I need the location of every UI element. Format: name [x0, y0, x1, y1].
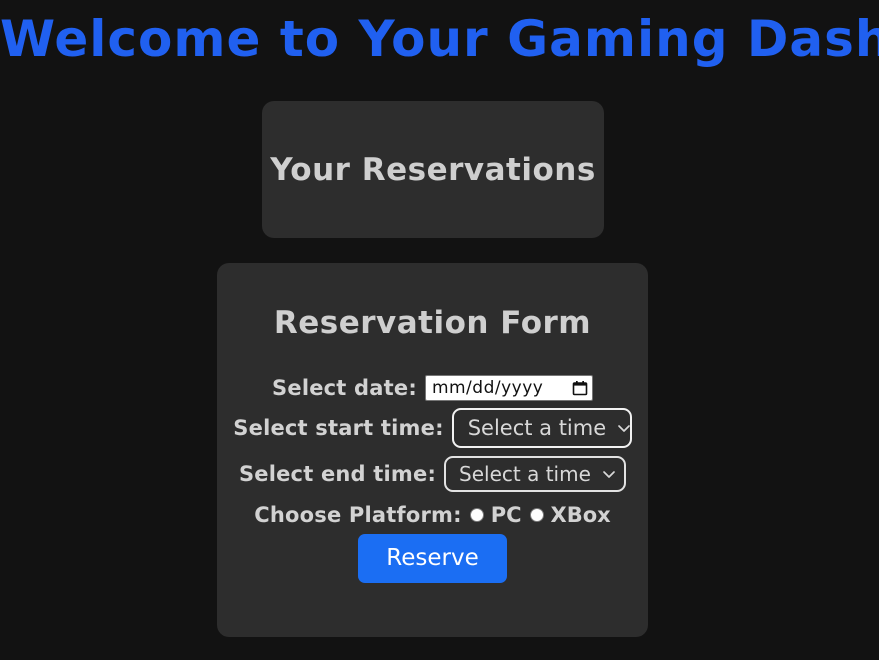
page-title: Welcome to Your Gaming Dashboard — [0, 10, 879, 68]
reservation-form-heading: Reservation Form — [273, 305, 592, 341]
chevron-down-icon — [591, 466, 617, 482]
start-time-select[interactable]: Select a time — [451, 408, 632, 448]
chevron-down-icon — [606, 420, 632, 436]
platform-radio-group: PC XBox — [469, 502, 611, 528]
reserve-button[interactable]: Reserve — [358, 534, 507, 583]
reservations-card[interactable]: Your Reservations — [262, 101, 604, 238]
end-time-select[interactable]: Select a time — [444, 456, 627, 492]
select-end-time-label: Select end time: — [238, 462, 437, 486]
date-input[interactable]: mm/dd/yyyy — [424, 375, 593, 401]
radio-button-pc[interactable] — [469, 508, 484, 522]
reservations-card-heading: Your Reservations — [270, 151, 596, 188]
platform-option-xbox-label: XBox — [550, 503, 611, 527]
platform-option-xbox[interactable]: XBox — [529, 502, 611, 528]
form-row-platform: Choose Platform: PC XBox — [217, 502, 648, 528]
form-row-date: Select date: mm/dd/yyyy — [217, 375, 648, 401]
select-date-label: Select date: — [272, 376, 417, 400]
choose-platform-label: Choose Platform: — [254, 503, 462, 527]
select-start-time-label: Select start time: — [233, 416, 444, 440]
start-time-selected-value: Select a time — [467, 415, 607, 440]
form-row-submit: Reserve — [217, 534, 648, 583]
form-row-end-time: Select end time: Select a time — [217, 456, 648, 492]
form-row-start-time: Select start time: Select a time — [217, 408, 648, 448]
end-time-selected-value: Select a time — [459, 461, 591, 486]
reservation-form-panel: Reservation Form Select date: mm/dd/yyyy… — [217, 263, 648, 637]
date-input-placeholder: mm/dd/yyyy — [431, 378, 544, 398]
platform-option-pc[interactable]: PC — [469, 502, 522, 528]
platform-option-pc-label: PC — [490, 503, 522, 527]
calendar-icon[interactable] — [560, 380, 588, 396]
radio-button-xbox[interactable] — [529, 508, 544, 522]
